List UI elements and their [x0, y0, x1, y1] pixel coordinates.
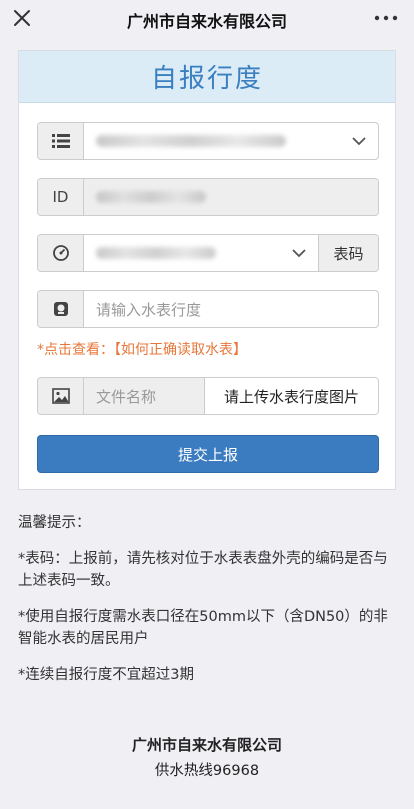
meter-code-button[interactable]: 表码 [318, 235, 378, 271]
account-select-value[interactable] [84, 123, 378, 159]
tip-item: *使用自报行度需水表口径在50mm以下（含DN50）的非智能水表的居民用户 [18, 609, 388, 647]
card-heading: 自报行度 [150, 64, 263, 94]
how-to-read-link[interactable]: *点击查看：【如何正确读取水表】 [37, 339, 247, 359]
id-field: ID [37, 178, 379, 216]
chevron-down-icon [352, 137, 366, 146]
account-select[interactable] [37, 122, 379, 160]
id-value [84, 179, 378, 215]
chevron-down-icon [292, 249, 306, 258]
page-title: 广州市自来水有限公司 [126, 12, 287, 31]
id-label: ID [38, 179, 84, 215]
gauge-icon [38, 235, 84, 271]
redacted-meter [96, 247, 216, 259]
self-report-card: 自报行度 ID 表码 请输入水表行度 *点击查看：【如何正确读取水表】 文件名称… [18, 50, 396, 490]
top-bar: 广州市自来水有限公司 [0, 0, 414, 38]
file-name-field: 文件名称 [84, 378, 204, 414]
reading-input-group: 请输入水表行度 [37, 290, 379, 328]
file-upload-group: 文件名称 请上传水表行度图片 [37, 377, 379, 415]
footer-hotline: 供水热线96968 [154, 763, 260, 779]
meter-select-value[interactable] [84, 235, 318, 271]
more-icon[interactable] [372, 8, 400, 28]
meter-select[interactable]: 表码 [37, 234, 379, 272]
reading-input[interactable]: 请输入水表行度 [84, 291, 378, 327]
card-header: 自报行度 [19, 51, 395, 103]
meter-icon [38, 291, 84, 327]
submit-button[interactable]: 提交上报 [37, 435, 379, 473]
footer-company: 广州市自来水有限公司 [131, 736, 282, 754]
redacted-id [96, 191, 206, 203]
footer: 广州市自来水有限公司 供水热线96968 [0, 734, 414, 780]
redacted-account [96, 135, 286, 147]
tips-title: 温馨提示： [18, 515, 91, 531]
tip-item: *连续自报行度不宜超过3期 [18, 667, 194, 683]
upload-photo-button[interactable]: 请上传水表行度图片 [204, 378, 378, 414]
tips-section: 温馨提示： *表码：上报前，请先核对位于水表表盘外壳的编码是否与上述表码一致。 … [18, 512, 398, 700]
tip-item: *表码：上报前，请先核对位于水表表盘外壳的编码是否与上述表码一致。 [18, 551, 388, 589]
list-icon [38, 123, 84, 159]
image-icon [38, 378, 84, 414]
